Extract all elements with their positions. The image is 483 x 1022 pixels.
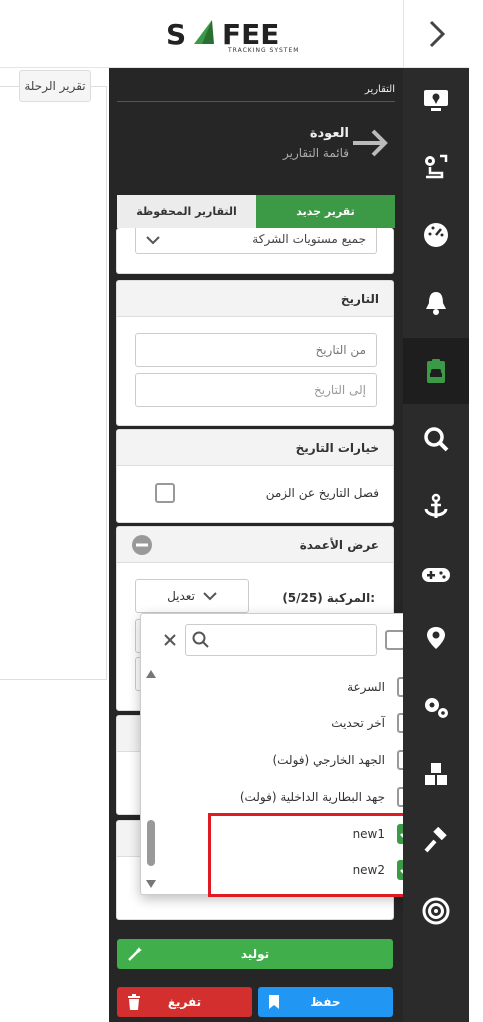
back-subtitle: قائمة التقارير	[282, 146, 349, 160]
column-search-input[interactable]	[185, 624, 377, 656]
separate-date-checkbox[interactable]	[155, 483, 175, 503]
close-icon[interactable]	[163, 633, 177, 647]
sidebar-item-reports[interactable]	[403, 338, 469, 404]
gavel-icon	[424, 827, 447, 853]
back-button[interactable]: العودة قائمة التقارير	[117, 118, 395, 174]
trip-report-tab[interactable]: تقرير الرحلة	[19, 70, 91, 102]
column-option[interactable]: السرعة	[157, 668, 417, 706]
back-title: العودة	[309, 126, 349, 141]
collapse-icon[interactable]	[131, 534, 153, 556]
generate-button[interactable]: توليد	[117, 939, 393, 969]
vehicle-columns-label: المركبة (5/25):	[282, 591, 375, 605]
chevron-right-icon	[429, 20, 445, 47]
save-label: حفظ	[310, 995, 341, 1009]
safee-logo: S FEE TRACKING SYSTEM	[166, 17, 314, 59]
select-all-checkbox[interactable]	[385, 630, 405, 650]
company-level-card: جميع مستويات الشركة	[116, 228, 394, 274]
column-option-label: آخر تحديث	[331, 716, 385, 730]
column-option[interactable]: الجهد الخارجي (فولت)	[157, 741, 417, 779]
columns-label: عرض الأعمدة	[299, 537, 379, 552]
bookmark-icon	[269, 995, 279, 1009]
date-title: التاريخ	[340, 291, 379, 306]
scrollbar-thumb[interactable]	[147, 820, 155, 866]
date-options-title: خيارات التاريخ	[117, 430, 393, 466]
cubes-icon	[425, 763, 447, 785]
clipboard-car-icon	[427, 359, 445, 383]
top-header: S FEE TRACKING SYSTEM	[0, 0, 403, 68]
tab-saved-reports[interactable]: التقارير المحفوظة	[117, 195, 256, 228]
chevron-down-icon	[203, 592, 217, 601]
gears-icon	[425, 698, 448, 718]
sidebar-item-assets[interactable]	[403, 742, 469, 808]
sidebar-item-rules[interactable]	[403, 808, 469, 874]
company-level-value: جميع مستويات الشركة	[252, 232, 366, 246]
panel-title: التقارير	[117, 84, 395, 102]
highlight-box	[208, 813, 426, 897]
column-option[interactable]: جهد البطارية الداخلية (فولت)	[157, 778, 417, 816]
from-date-placeholder: من التاريخ	[315, 343, 366, 357]
sidebar-item-settings[interactable]	[403, 674, 469, 740]
bell-icon	[426, 292, 446, 315]
chevron-down-icon	[146, 236, 160, 245]
gamepad-icon	[422, 568, 450, 582]
anchor-icon	[424, 493, 448, 518]
sidebar-item-anchor[interactable]	[403, 474, 469, 540]
tab-new-report[interactable]: تقرير جديد	[256, 195, 395, 228]
speedometer-icon	[424, 223, 448, 247]
clear-button[interactable]: تفريغ	[117, 987, 252, 1017]
sidebar-item-routes[interactable]	[403, 134, 469, 200]
sidebar-item-target[interactable]	[403, 878, 469, 944]
sidebar-item-alerts[interactable]	[403, 270, 469, 336]
date-options-card: خيارات التاريخ فصل التاريخ عن الزمن	[116, 429, 394, 523]
generate-label: توليد	[240, 947, 270, 961]
sidebar-item-dashboard[interactable]	[403, 202, 469, 268]
trash-icon	[128, 994, 140, 1010]
scroll-up-icon[interactable]	[145, 668, 157, 680]
sidebar-item-places[interactable]	[403, 606, 469, 672]
target-icon	[422, 897, 450, 925]
svg-text:S: S	[166, 18, 186, 51]
company-level-select[interactable]: جميع مستويات الشركة	[135, 228, 377, 254]
sidebar-item-live-tracking[interactable]	[403, 68, 469, 134]
arrow-right-icon	[353, 129, 388, 157]
save-button[interactable]: حفظ	[258, 987, 393, 1017]
date-card-title: التاريخ	[117, 281, 393, 317]
clear-label: تفريغ	[167, 995, 202, 1009]
popup-scrollbar[interactable]	[145, 668, 157, 890]
sidebar-item-controls[interactable]	[403, 542, 469, 608]
columns-title: عرض الأعمدة	[117, 527, 393, 563]
logo-tagline: TRACKING SYSTEM	[228, 47, 300, 54]
sidebar-toggle-button[interactable]	[403, 0, 469, 68]
search-icon	[192, 631, 209, 648]
from-date-input[interactable]: من التاريخ	[135, 333, 377, 367]
route-icon	[425, 154, 448, 179]
report-tabs: التقارير المحفوظة تقرير جديد	[117, 195, 395, 228]
magic-wand-icon	[128, 947, 142, 961]
icon-sidebar	[403, 68, 469, 1022]
search-icon	[424, 427, 449, 452]
sidebar-item-search[interactable]	[403, 406, 469, 472]
separate-date-label: فصل التاريخ عن الزمن	[265, 486, 379, 500]
columns-edit-dropdown[interactable]: تعديل	[135, 579, 249, 613]
monitor-location-icon	[424, 90, 448, 111]
to-date-placeholder: إلى التاريخ	[314, 383, 366, 397]
to-date-input[interactable]: إلى التاريخ	[135, 373, 377, 407]
trip-report-panel	[0, 86, 107, 680]
column-option-label: السرعة	[347, 680, 385, 694]
scroll-down-icon[interactable]	[145, 878, 157, 890]
column-option[interactable]: آخر تحديث	[157, 704, 417, 742]
date-options-label: خيارات التاريخ	[295, 440, 379, 455]
column-option-label: الجهد الخارجي (فولت)	[272, 753, 385, 767]
map-pin-icon	[427, 627, 445, 649]
date-card: التاريخ من التاريخ إلى التاريخ	[116, 280, 394, 426]
column-option-label: جهد البطارية الداخلية (فولت)	[239, 790, 385, 804]
edit-dropdown-label: تعديل	[167, 589, 195, 603]
